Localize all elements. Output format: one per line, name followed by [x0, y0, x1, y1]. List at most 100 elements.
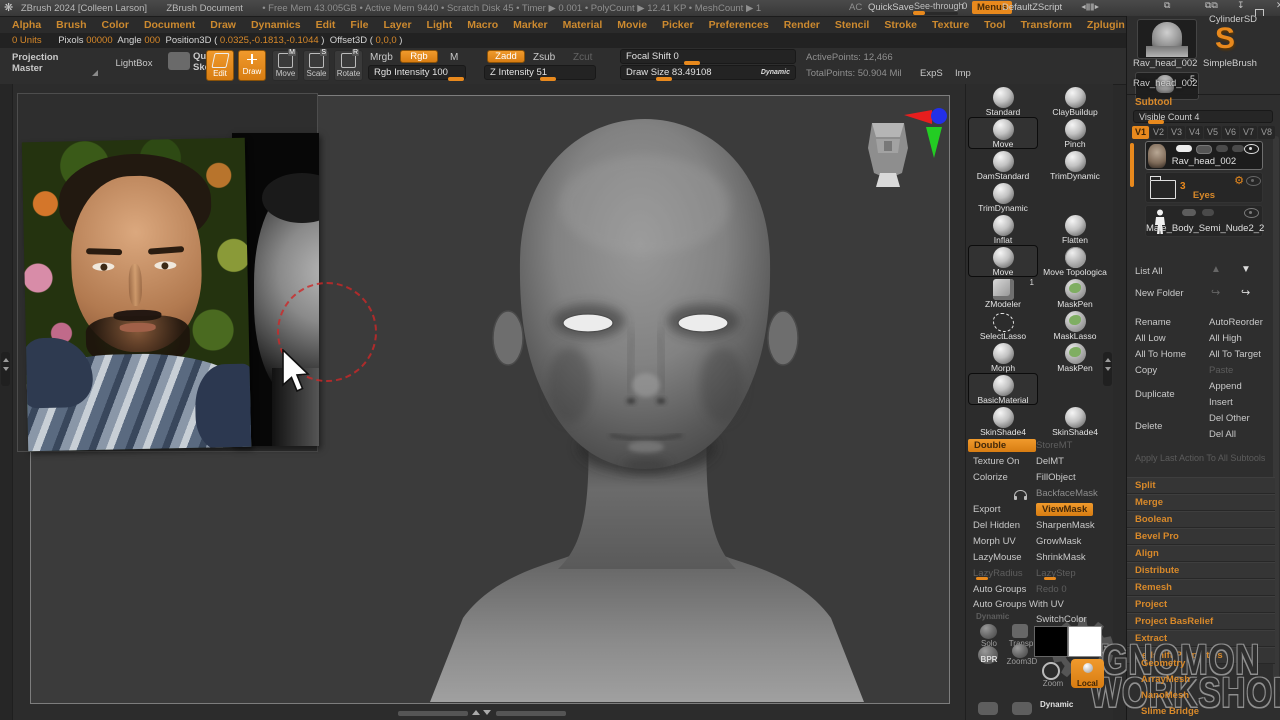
visibility-eye-icon[interactable] — [1244, 208, 1259, 218]
tool-option-button[interactable]: FillObject — [1036, 472, 1076, 483]
subtool-version-tab[interactable]: V2 — [1150, 126, 1167, 139]
subtool-section-button[interactable]: Boolean — [1127, 511, 1275, 528]
tool-option-button[interactable]: Redo 0 — [1036, 584, 1067, 595]
visible-count-handle[interactable] — [1148, 120, 1164, 124]
brush-item[interactable]: Move — [968, 117, 1038, 149]
close-icon[interactable]: ✕ — [1276, 0, 1280, 11]
folder-move-down-icon[interactable]: ↪ — [1241, 286, 1250, 299]
zsub-button[interactable]: Zsub — [533, 52, 555, 63]
brush-item[interactable]: MaskPen — [1038, 277, 1112, 309]
del-all-button[interactable]: Del All — [1209, 429, 1236, 440]
menu-item[interactable]: File — [350, 19, 368, 31]
z-intensity-slider[interactable]: Z Intensity 51 — [484, 65, 596, 80]
draw-size-slider[interactable]: Draw Size 83.49108 Dynamic — [620, 65, 796, 80]
zoom-icon[interactable] — [1042, 662, 1060, 680]
canvas-hscroll-left[interactable] — [398, 711, 468, 716]
active-tool-thumbnail[interactable] — [1137, 19, 1197, 59]
focal-shift-slider[interactable]: Focal Shift 0 — [620, 49, 796, 64]
tool-option-button[interactable]: Colorize — [968, 472, 1036, 483]
menu-item[interactable]: Picker — [662, 19, 694, 31]
del-other-button[interactable]: Del Other — [1209, 413, 1250, 424]
local-button[interactable]: Local — [1071, 659, 1104, 688]
brush-item[interactable]: TrimDynamic — [968, 181, 1038, 213]
folder-gear-icon[interactable]: ⚙ — [1234, 174, 1244, 187]
brush-item[interactable]: Standard — [968, 85, 1038, 117]
folder-eye-icon[interactable] — [1246, 176, 1261, 186]
grid-icon[interactable] — [1012, 702, 1032, 715]
imp-button[interactable]: Imp — [955, 68, 971, 79]
tool-section-button[interactable]: NanoMesh — [1127, 688, 1275, 704]
tool-option-button[interactable]: ViewMask — [1036, 503, 1093, 516]
draw-button[interactable]: Draw — [238, 50, 266, 81]
tool-option-button[interactable]: LazyStep — [1036, 568, 1076, 579]
default-zscript-button[interactable]: DefaultZScript — [1002, 0, 1062, 16]
menu-item[interactable]: Stroke — [884, 19, 917, 31]
autoreorder-button[interactable]: AutoReorder — [1209, 317, 1263, 328]
brush-item[interactable]: MaskLasso — [1038, 309, 1112, 341]
brush-item[interactable]: ZModeler 1 — [968, 277, 1038, 309]
rgb-button[interactable]: Rgb — [400, 50, 438, 63]
right-tray-divider-handle[interactable] — [1103, 352, 1112, 386]
move-up-arrow-icon[interactable]: ▲ — [1211, 264, 1221, 275]
all-low-button[interactable]: All Low — [1135, 333, 1166, 344]
copy-button[interactable]: Copy — [1135, 365, 1157, 376]
solo-icon[interactable] — [980, 624, 997, 639]
subtool-version-tab[interactable]: V8 — [1258, 126, 1275, 139]
menu-item[interactable]: Macro — [467, 19, 498, 31]
m-button[interactable]: M — [450, 52, 458, 63]
all-to-home-button[interactable]: All To Home — [1135, 349, 1186, 360]
displacement-toggle-icon[interactable] — [1216, 145, 1228, 152]
scale-button[interactable]: S Scale — [303, 50, 330, 81]
menu-item[interactable]: Texture — [932, 19, 969, 31]
zoom3d-icon[interactable] — [1012, 644, 1028, 658]
tool-option-button[interactable]: LazyRadius — [968, 568, 1036, 579]
delete-button[interactable]: Delete — [1135, 421, 1162, 432]
brush-item[interactable]: SelectLasso — [968, 309, 1038, 341]
mrgb-button[interactable]: Mrgb — [370, 52, 393, 63]
tool-option-button[interactable]: LazyMouse — [968, 552, 1036, 563]
subtool-item-rav-head[interactable]: Rav_head_002 — [1145, 141, 1263, 170]
camera-orientation-gizmo[interactable] — [862, 103, 952, 193]
menu-item[interactable]: Stencil — [835, 19, 869, 31]
quick-sketch-icon[interactable] — [168, 52, 190, 70]
menu-item[interactable]: Render — [784, 19, 820, 31]
uv-toggle-icon[interactable] — [1196, 145, 1212, 154]
tool-option-button[interactable]: SharpenMask — [1036, 520, 1095, 531]
apply-last-action-button[interactable]: Apply Last Action To All Subtools — [1135, 453, 1265, 463]
duplicate-button[interactable]: Duplicate — [1135, 389, 1175, 400]
tool-option-button[interactable]: Double — [968, 439, 1036, 452]
tool-option-button[interactable]: BackfaceMask — [1036, 488, 1098, 499]
polypaint-toggle-icon[interactable] — [1176, 145, 1192, 152]
tool-option-button[interactable]: StoreMT — [1036, 440, 1072, 451]
draw-size-dynamic-label[interactable]: Dynamic — [761, 69, 790, 76]
menu-item[interactable]: Layer — [384, 19, 412, 31]
folder-move-icon[interactable]: ↪ — [1211, 286, 1220, 299]
subtool-section-button[interactable]: Project — [1127, 596, 1275, 613]
new-folder-button[interactable]: New Folder — [1135, 288, 1184, 299]
secondary-color-swatch[interactable] — [1068, 626, 1102, 657]
move-down-arrow-icon[interactable]: ▼ — [1241, 264, 1251, 275]
menu-item[interactable]: Brush — [56, 19, 86, 31]
canvas-hscroll-right[interactable] — [496, 711, 566, 716]
menu-item[interactable]: Preferences — [709, 19, 769, 31]
subtool-section-button[interactable]: Extract — [1127, 630, 1275, 647]
tool-option-button[interactable]: GrowMask — [1036, 536, 1081, 547]
brush-item[interactable]: DamStandard — [968, 149, 1038, 181]
tool-option-button[interactable]: ShrinkMask — [1036, 552, 1086, 563]
tool-option-button[interactable]: Morph UV — [968, 536, 1036, 547]
visibility-eye-icon[interactable] — [1244, 144, 1259, 154]
timeline-scrub-icon[interactable]: ◄|||| ||||► — [1080, 0, 1099, 16]
tool-section-button[interactable]: Slime Bridge — [1127, 704, 1275, 720]
tool-option-button[interactable]: Auto Groups — [968, 584, 1036, 595]
menu-item[interactable]: Color — [102, 19, 129, 31]
menu-item[interactable]: Document — [144, 19, 195, 31]
subtool-section-button[interactable]: Project BasRelief — [1127, 613, 1275, 630]
menu-item[interactable]: Draw — [210, 19, 236, 31]
menu-item[interactable]: Edit — [316, 19, 336, 31]
subtool-section-button[interactable]: Split — [1127, 477, 1275, 494]
rotate-button[interactable]: R Rotate — [334, 50, 363, 81]
insert-button[interactable]: Insert — [1209, 397, 1233, 408]
all-to-target-button[interactable]: All To Target — [1209, 349, 1261, 360]
tool-option-button[interactable]: Export — [968, 504, 1036, 515]
zadd-button[interactable]: Zadd — [487, 50, 525, 63]
